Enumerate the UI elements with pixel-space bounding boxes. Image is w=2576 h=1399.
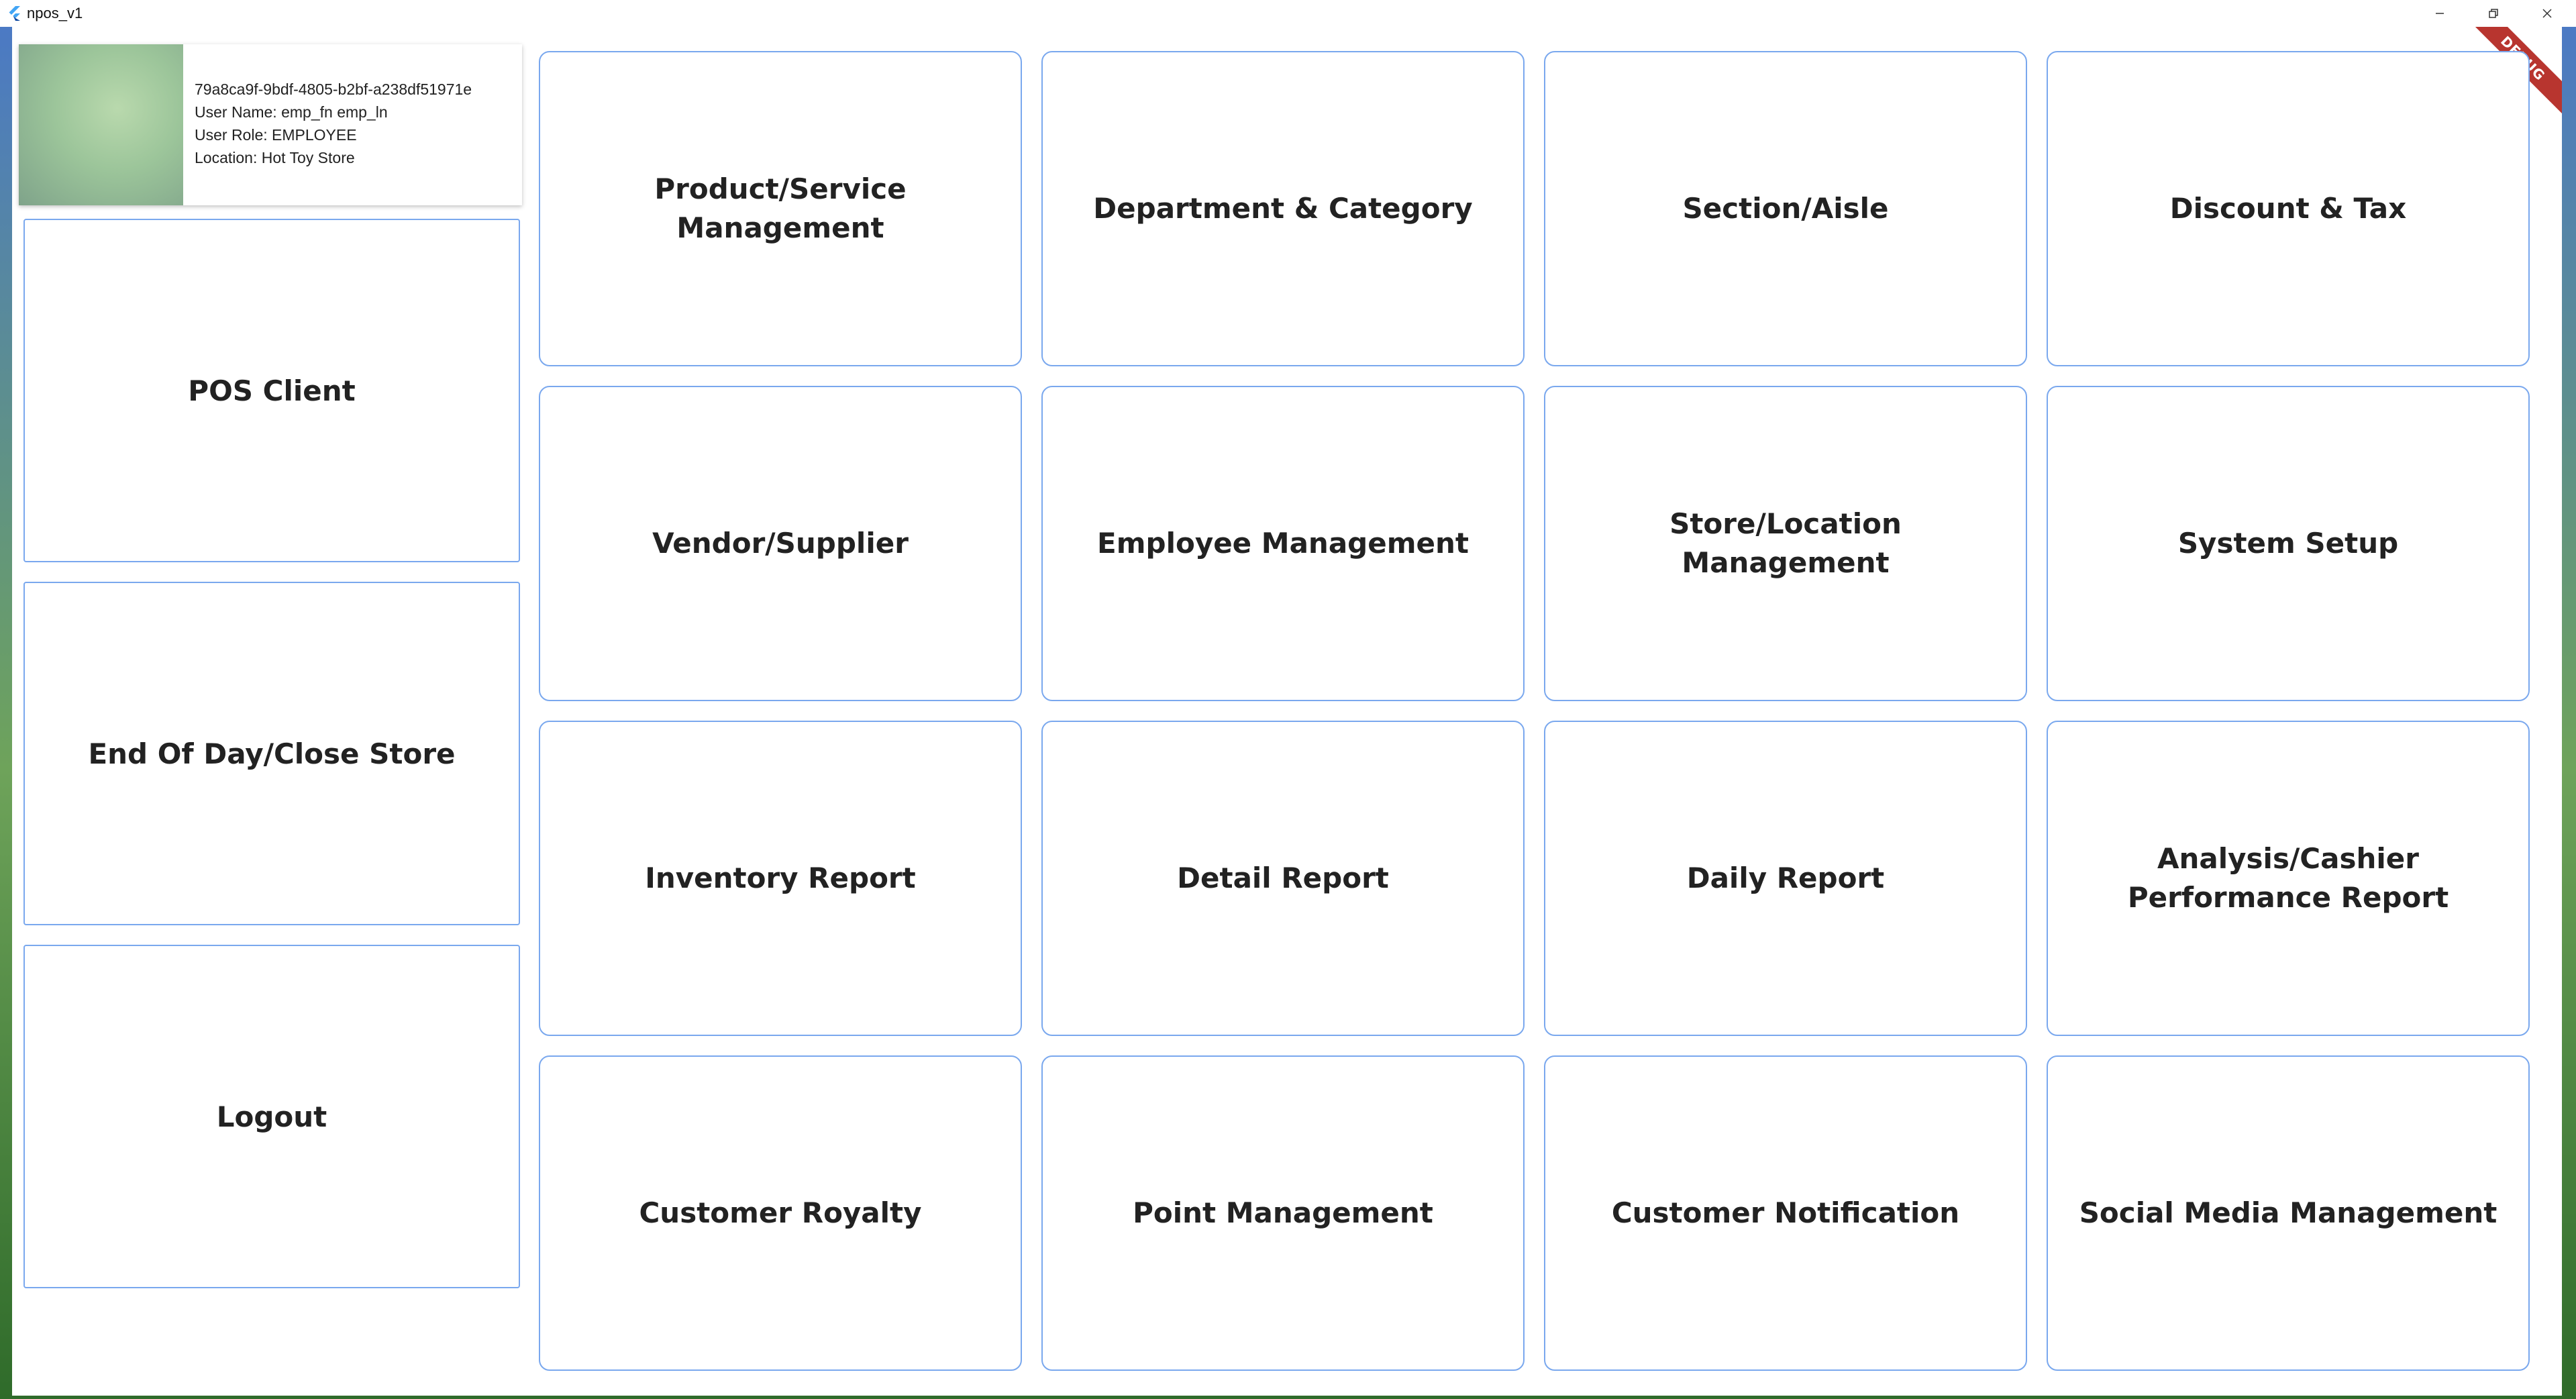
minimize-button[interactable]	[2413, 0, 2467, 27]
tile-analysis-cashier-performance-report[interactable]: Analysis/Cashier Performance Report	[2047, 721, 2530, 1036]
tile-label: Customer Royalty	[639, 1196, 922, 1229]
tile-point-management[interactable]: Point Management	[1041, 1055, 1525, 1371]
tile-department-category[interactable]: Department & Category	[1041, 51, 1525, 366]
user-id: 79a8ca9f-9bdf-4805-b2bf-a238df51971e	[195, 81, 472, 98]
user-name: User Name: emp_fn emp_ln	[195, 103, 388, 121]
window-titlebar: npos_v1	[0, 0, 2576, 27]
tile-label: Discount & Tax	[2169, 192, 2407, 225]
tile-vendor-supplier[interactable]: Vendor/Supplier	[539, 386, 1022, 701]
tile-label: Product/Service Management	[654, 172, 907, 244]
tile-detail-report[interactable]: Detail Report	[1041, 721, 1525, 1036]
tile-customer-notification[interactable]: Customer Notification	[1544, 1055, 2027, 1371]
minimize-icon	[2436, 13, 2444, 14]
end-of-day-label: End Of Day/Close Store	[88, 737, 456, 770]
user-details: 79a8ca9f-9bdf-4805-b2bf-a238df51971e Use…	[195, 78, 472, 169]
user-info-card: 79a8ca9f-9bdf-4805-b2bf-a238df51971e Use…	[19, 44, 522, 205]
restore-button[interactable]	[2467, 0, 2520, 27]
flutter-app-icon	[9, 6, 20, 21]
tile-daily-report[interactable]: Daily Report	[1544, 721, 2027, 1036]
tile-label: Detail Report	[1177, 862, 1389, 894]
tile-label: Point Management	[1133, 1196, 1433, 1229]
tile-label: Store/Location Management	[1669, 507, 1902, 579]
user-role: User Role: EMPLOYEE	[195, 126, 357, 144]
pos-client-label: POS Client	[188, 374, 356, 407]
app-content: DEBUG 79a8ca9f-9bdf-4805-b2bf-a238df5197…	[12, 27, 2562, 1396]
tile-label: Customer Notification	[1611, 1196, 1960, 1229]
tile-employee-management[interactable]: Employee Management	[1041, 386, 1525, 701]
tile-label: Analysis/Cashier Performance Report	[2127, 842, 2449, 914]
window-title: npos_v1	[27, 5, 83, 21]
tile-label: Employee Management	[1097, 527, 1469, 560]
tile-system-setup[interactable]: System Setup	[2047, 386, 2530, 701]
tile-discount-tax[interactable]: Discount & Tax	[2047, 51, 2530, 366]
user-location: Location: Hot Toy Store	[195, 149, 355, 166]
logout-button[interactable]: Logout	[23, 945, 520, 1288]
tile-label: Inventory Report	[645, 862, 916, 894]
pos-client-button[interactable]: POS Client	[23, 219, 520, 562]
end-of-day-button[interactable]: End Of Day/Close Store	[23, 582, 520, 925]
tile-label: Vendor/Supplier	[652, 527, 909, 560]
tile-store-location-management[interactable]: Store/Location Management	[1544, 386, 2027, 701]
tile-label: Section/Aisle	[1682, 192, 1889, 225]
close-icon	[2542, 9, 2552, 18]
tile-label: Social Media Management	[2079, 1196, 2497, 1229]
tile-product-service-management[interactable]: Product/Service Management	[539, 51, 1022, 366]
tile-social-media-management[interactable]: Social Media Management	[2047, 1055, 2530, 1371]
logout-label: Logout	[216, 1100, 327, 1133]
tile-inventory-report[interactable]: Inventory Report	[539, 721, 1022, 1036]
tile-label: Daily Report	[1686, 862, 1885, 894]
user-avatar	[19, 44, 183, 205]
tile-label: System Setup	[2177, 527, 2399, 560]
tile-section-aisle[interactable]: Section/Aisle	[1544, 51, 2027, 366]
tile-customer-royalty[interactable]: Customer Royalty	[539, 1055, 1022, 1371]
restore-icon	[2489, 9, 2498, 18]
close-button[interactable]	[2520, 0, 2574, 27]
tile-label: Department & Category	[1093, 192, 1473, 225]
